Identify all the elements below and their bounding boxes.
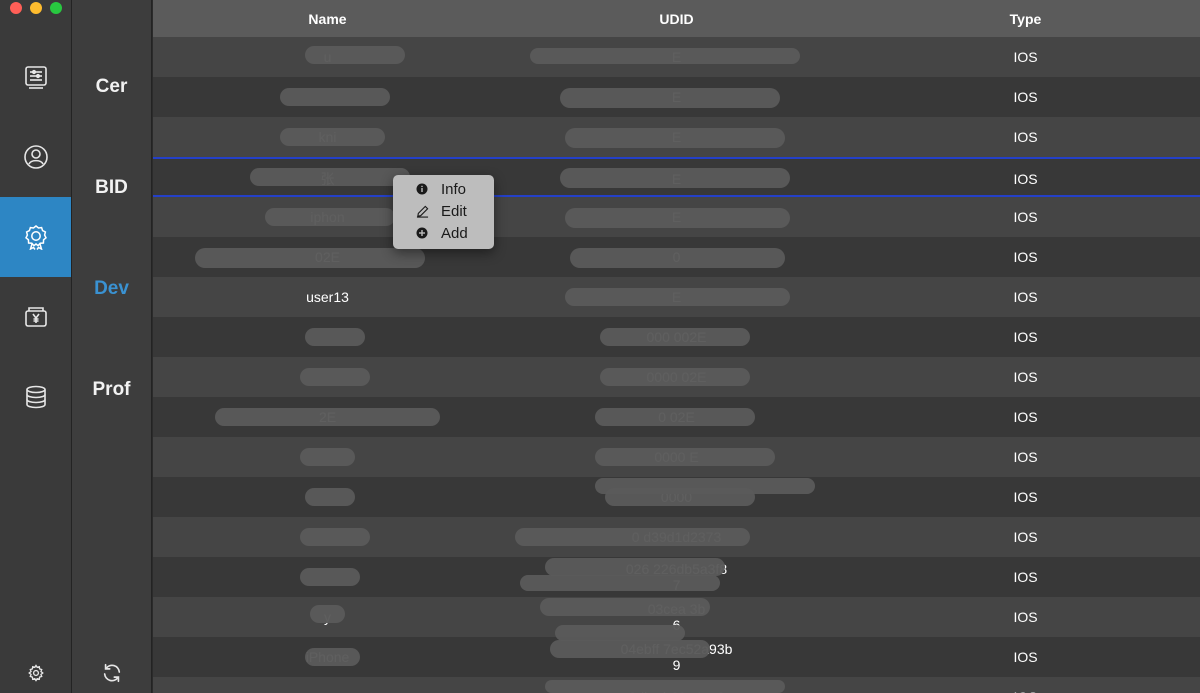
redaction-scribble — [540, 598, 710, 616]
gear-icon — [27, 664, 44, 682]
redaction-scribble — [565, 288, 790, 306]
menu-item-edit[interactable]: Edit — [393, 200, 494, 222]
redaction-scribble — [305, 648, 360, 666]
cell-type: IOS — [1013, 171, 1038, 187]
redaction-scribble — [300, 528, 370, 546]
cell-type: IOS — [1013, 489, 1038, 505]
cell-type: IOS — [1013, 329, 1038, 345]
menu-item-edit-label: Edit — [441, 202, 467, 220]
redaction-scribble — [565, 128, 785, 148]
certificate-badge-icon — [24, 225, 47, 250]
redaction-scribble — [280, 128, 385, 146]
icon-rail — [0, 0, 72, 693]
refresh-button[interactable] — [72, 660, 151, 686]
menu-item-info[interactable]: Info — [393, 178, 494, 200]
cell-type: IOS — [1013, 209, 1038, 225]
settings-button[interactable] — [0, 660, 71, 686]
context-menu: Info Edit Add — [393, 175, 494, 249]
close-window-button[interactable] — [10, 2, 22, 14]
menu-item-add-label: Add — [441, 224, 468, 242]
redaction-scribble — [305, 488, 355, 506]
redaction-scribble — [600, 368, 750, 386]
redaction-scribble — [600, 328, 750, 346]
cell-name — [153, 677, 502, 693]
sliders-list-icon — [24, 66, 47, 89]
table-header: Name UDID Type — [153, 0, 1200, 37]
redaction-scribble — [515, 528, 750, 546]
redaction-scribble — [595, 448, 775, 466]
cell-type: IOS — [1013, 49, 1038, 65]
redaction-scribble — [560, 88, 780, 108]
cell-type: IOS — [1013, 609, 1038, 625]
subnav-item-prof[interactable]: Prof — [72, 379, 151, 401]
cell-type: IOS — [851, 677, 1200, 693]
cell-type: IOS — [1013, 449, 1038, 465]
redaction-scribble — [530, 48, 800, 64]
redaction-scribble — [300, 568, 360, 586]
cell-type: IOS — [1013, 569, 1038, 585]
subnav-item-dev[interactable]: Dev — [72, 278, 151, 300]
redaction-scribble — [215, 408, 440, 426]
redaction-scribble — [305, 46, 405, 64]
cell-type: IOS — [1013, 129, 1038, 145]
pencil-icon — [416, 205, 428, 218]
cell-type: IOS — [1013, 409, 1038, 425]
subnav-item-bid[interactable]: BID — [72, 177, 151, 199]
redaction-scribble — [560, 168, 790, 188]
column-header-udid[interactable]: UDID — [502, 11, 851, 27]
yen-wallet-icon — [24, 307, 47, 327]
redaction-scribble — [545, 680, 785, 693]
refresh-icon — [103, 663, 120, 683]
redaction-scribble — [250, 168, 410, 186]
redaction-scribble — [520, 575, 720, 591]
redaction-scribble — [305, 328, 365, 346]
cell-type: IOS — [1013, 649, 1038, 665]
minimize-window-button[interactable] — [30, 2, 42, 14]
window-controls — [10, 2, 62, 14]
rail-item-account[interactable] — [0, 117, 71, 197]
rail-item-billing[interactable] — [0, 277, 71, 357]
redaction-scribble — [300, 368, 370, 386]
redaction-scribble — [300, 448, 355, 466]
user-circle-icon — [23, 145, 48, 169]
rail-item-database[interactable] — [0, 357, 71, 437]
redaction-scribble — [545, 558, 725, 576]
redaction-scribble — [310, 605, 345, 623]
info-icon — [416, 183, 428, 195]
column-header-name[interactable]: Name — [153, 11, 502, 27]
cell-type: IOS — [1013, 89, 1038, 105]
rail-item-settings-list[interactable] — [0, 37, 71, 117]
redaction-scribble — [550, 640, 710, 658]
redaction-scribble — [565, 208, 790, 228]
cell-type: IOS — [1013, 529, 1038, 545]
redaction-scribble — [265, 208, 395, 226]
zoom-window-button[interactable] — [50, 2, 62, 14]
menu-item-add[interactable]: Add — [393, 222, 494, 244]
cell-type: IOS — [1013, 289, 1038, 305]
redaction-scribble — [280, 88, 390, 106]
menu-item-info-label: Info — [441, 180, 467, 198]
cell-name: user13 — [306, 289, 349, 305]
plus-circle-icon — [416, 227, 428, 239]
redaction-scribble — [195, 248, 425, 268]
section-nav: Cer BID Dev Prof — [72, 0, 152, 693]
redaction-scribble — [555, 625, 685, 641]
column-header-type[interactable]: Type — [851, 11, 1200, 27]
rail-item-certificates[interactable] — [0, 197, 71, 277]
redaction-scribble — [605, 488, 755, 506]
cell-type: IOS — [1013, 369, 1038, 385]
subnav-item-cer[interactable]: Cer — [72, 76, 151, 98]
redaction-scribble — [595, 408, 755, 426]
database-icon — [25, 385, 46, 409]
cell-type: IOS — [1013, 249, 1038, 265]
redaction-scribble — [570, 248, 785, 268]
